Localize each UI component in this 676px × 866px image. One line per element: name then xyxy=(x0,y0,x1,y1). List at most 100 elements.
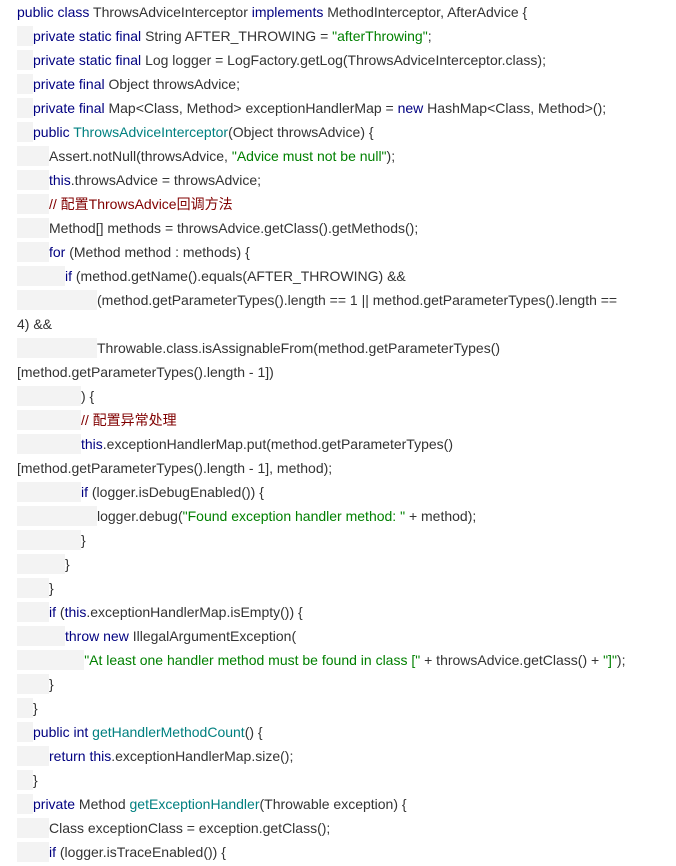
code-token: } xyxy=(49,580,54,596)
code-text: if (this.exceptionHandlerMap.isEmpty()) … xyxy=(49,600,303,624)
code-token: [method.getParameterTypes().length - 1],… xyxy=(17,460,333,476)
code-token: logger.debug( xyxy=(97,508,183,524)
indent-guide xyxy=(17,818,49,838)
code-line: public class ThrowsAdviceInterceptor imp… xyxy=(0,0,676,24)
code-token: + throwsAdvice.getClass() + xyxy=(420,652,604,668)
code-token: public class xyxy=(17,4,94,20)
code-token: ThrowsAdviceInterceptor xyxy=(93,4,252,20)
code-text: public ThrowsAdviceInterceptor(Object th… xyxy=(33,120,374,144)
code-text: private final Map<Class, Method> excepti… xyxy=(33,96,606,120)
indent-guide xyxy=(17,530,81,550)
indent-guide xyxy=(17,626,65,646)
code-line: // 配置ThrowsAdvice回调方法 xyxy=(0,192,676,216)
code-text: Throwable.class.isAssignableFrom(method.… xyxy=(97,336,500,360)
code-text: private Method getExceptionHandler(Throw… xyxy=(33,792,407,816)
code-token: Class exceptionClass = exception.getClas… xyxy=(49,820,331,836)
indent-guide xyxy=(17,554,65,574)
code-line: private static final Log logger = LogFac… xyxy=(0,48,676,72)
code-line: private final Object throwsAdvice; xyxy=(0,72,676,96)
code-token: // 配置异常处理 xyxy=(81,412,177,428)
code-token: (logger.isTraceEnabled()) { xyxy=(59,844,226,860)
code-line: 4) && xyxy=(0,312,676,336)
code-token: this xyxy=(49,172,71,188)
indent-guide xyxy=(17,482,81,502)
indent-guide xyxy=(17,794,33,814)
code-line: if (method.getName().equals(AFTER_THROWI… xyxy=(0,264,676,288)
code-token: .exceptionHandlerMap.isEmpty()) { xyxy=(86,604,303,620)
code-line: Method[] methods = throwsAdvice.getClass… xyxy=(0,216,676,240)
code-text: public int getHandlerMethodCount() { xyxy=(33,720,263,744)
code-line: } xyxy=(0,528,676,552)
code-line: if (this.exceptionHandlerMap.isEmpty()) … xyxy=(0,600,676,624)
code-text: // 配置ThrowsAdvice回调方法 xyxy=(49,192,233,216)
code-token: if xyxy=(49,604,60,620)
code-token: String AFTER_THROWING = xyxy=(145,28,333,44)
code-token: Map<Class, Method> exceptionHandlerMap = xyxy=(108,100,398,116)
code-text: private static final Log logger = LogFac… xyxy=(33,48,546,72)
code-text: public class ThrowsAdviceInterceptor imp… xyxy=(17,0,527,24)
code-text: Method[] methods = throwsAdvice.getClass… xyxy=(49,216,418,240)
code-text: if (logger.isDebugEnabled()) { xyxy=(81,480,264,504)
code-token: (Object throwsAdvice) { xyxy=(228,124,374,140)
indent-guide xyxy=(17,242,49,262)
indent-guide xyxy=(17,770,33,790)
code-token: } xyxy=(33,772,38,788)
code-token: Log logger = LogFactory.getLog(ThrowsAdv… xyxy=(145,52,546,68)
code-token: "Found exception handler method: " xyxy=(182,508,406,524)
code-text: ) { xyxy=(81,384,94,408)
code-token: implements xyxy=(251,4,328,20)
indent-guide xyxy=(17,722,33,742)
code-text: } xyxy=(81,528,86,552)
code-text: [method.getParameterTypes().length - 1],… xyxy=(17,456,332,480)
code-text: } xyxy=(49,576,54,600)
code-line: } xyxy=(0,696,676,720)
indent-guide xyxy=(17,266,65,286)
code-line: } xyxy=(0,552,676,576)
code-line: (method.getParameterTypes().length == 1 … xyxy=(0,288,676,312)
code-text: // 配置异常处理 xyxy=(81,408,177,432)
code-line: throw new IllegalArgumentException( xyxy=(0,624,676,648)
code-token: (logger.isDebugEnabled()) { xyxy=(91,484,264,500)
code-token: (method.getParameterTypes().length == 1 … xyxy=(97,292,618,308)
code-token: Method xyxy=(78,796,130,812)
code-token: + method); xyxy=(405,508,477,524)
code-token: private static final xyxy=(33,28,146,44)
code-token: 4) && xyxy=(17,316,53,332)
code-line: // 配置异常处理 xyxy=(0,408,676,432)
code-text: private static final String AFTER_THROWI… xyxy=(33,24,432,48)
code-token: private final xyxy=(33,100,109,116)
code-line: } xyxy=(0,672,676,696)
indent-guide xyxy=(17,218,49,238)
indent-guide xyxy=(17,98,33,118)
code-text: } xyxy=(33,696,38,720)
indent-guide xyxy=(17,386,81,406)
code-token: getExceptionHandler xyxy=(129,796,260,812)
code-line: } xyxy=(0,576,676,600)
indent-guide xyxy=(17,194,49,214)
code-token: IllegalArgumentException( xyxy=(132,628,297,644)
code-token: private static final xyxy=(33,52,146,68)
code-token: this xyxy=(64,604,87,620)
code-token: (method.getName().equals(AFTER_THROWING)… xyxy=(75,268,406,284)
code-line: Throwable.class.isAssignableFrom(method.… xyxy=(0,336,676,360)
code-token: "Advice must not be null" xyxy=(231,148,387,164)
code-token: "afterThrowing" xyxy=(332,28,428,44)
code-token: // 配置ThrowsAdvice回调方法 xyxy=(49,196,233,212)
code-token: } xyxy=(49,676,54,692)
code-token: Method[] methods = throwsAdvice.getClass… xyxy=(49,220,419,236)
code-line: private Method getExceptionHandler(Throw… xyxy=(0,792,676,816)
code-line: public int getHandlerMethodCount() { xyxy=(0,720,676,744)
code-token: () { xyxy=(244,724,263,740)
code-line: logger.debug("Found exception handler me… xyxy=(0,504,676,528)
code-line: [method.getParameterTypes().length - 1],… xyxy=(0,456,676,480)
indent-guide xyxy=(17,650,85,670)
code-line: this.exceptionHandlerMap.put(method.getP… xyxy=(0,432,676,456)
indent-guide xyxy=(17,602,49,622)
code-token: this xyxy=(81,436,103,452)
code-token: [method.getParameterTypes().length - 1]) xyxy=(17,364,274,380)
indent-guide xyxy=(17,842,49,862)
code-text: private final Object throwsAdvice; xyxy=(33,72,240,96)
code-token: ); xyxy=(386,148,396,164)
indent-guide xyxy=(17,434,81,454)
code-line: ) { xyxy=(0,384,676,408)
